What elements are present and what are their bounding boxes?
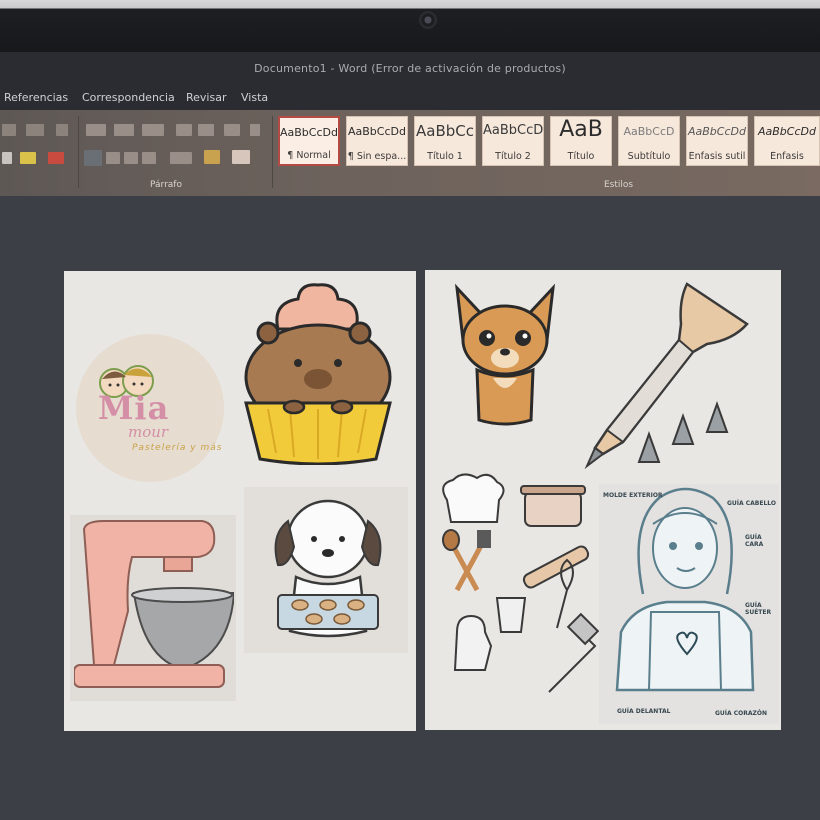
- style-emphasis[interactable]: AaBbCcDd Énfasis: [754, 116, 820, 166]
- logo-text-line1: Mia: [98, 389, 170, 427]
- font-color-icon[interactable]: [48, 152, 64, 164]
- pilcrow-icon[interactable]: [250, 124, 260, 136]
- style-name: Título: [567, 151, 595, 162]
- justify-icon[interactable]: [142, 152, 156, 164]
- page-left: Mia mour Pastelería y más: [64, 271, 416, 731]
- label-heart: GUÍA CORAZÓN: [715, 710, 768, 717]
- tab-revisar[interactable]: Revisar: [186, 91, 226, 104]
- tab-correspondencia[interactable]: Correspondencia: [82, 91, 175, 104]
- style-name: Título 2: [495, 151, 531, 162]
- align-right-icon[interactable]: [124, 152, 138, 164]
- screen: Documento1 - Word (Error de activación d…: [0, 0, 820, 820]
- tab-referencias[interactable]: Referencias: [4, 91, 68, 104]
- group-separator: [78, 116, 79, 188]
- style-heading-1[interactable]: AaBbCc Título 1: [414, 116, 476, 166]
- text-effects-icon[interactable]: [2, 152, 12, 164]
- label-face: GUÍA CARA: [745, 534, 764, 548]
- piping-bag-illustration: [584, 282, 749, 470]
- decrease-indent-icon[interactable]: [176, 124, 192, 136]
- style-sample: AaBbCcDd: [688, 125, 746, 138]
- webcam-icon: [419, 11, 437, 29]
- sort-icon[interactable]: [224, 124, 240, 136]
- style-sample: AaBbCcDd: [758, 125, 816, 138]
- logo-tagline: Pastelería y más: [132, 443, 223, 453]
- style-name: Énfasis: [770, 151, 804, 162]
- style-subtle-emphasis[interactable]: AaBbCcDd Énfasis sutil: [686, 116, 748, 166]
- label-hair: GUÍA CABELLO: [727, 500, 777, 507]
- label-outer-mold: MOLDE EXTERIOR: [603, 492, 663, 499]
- align-center-icon[interactable]: [106, 152, 120, 164]
- align-left-icon[interactable]: [84, 150, 102, 166]
- group-separator: [272, 116, 273, 188]
- style-sample: AaBbCcDd: [348, 125, 406, 138]
- paragraph-group-label: Párrafo: [150, 180, 182, 190]
- style-title[interactable]: AaB Título: [550, 116, 612, 166]
- highlight-color-icon[interactable]: [20, 152, 36, 164]
- monitor-bezel: [0, 0, 820, 52]
- tab-vista[interactable]: Vista: [241, 91, 268, 104]
- style-heading-2[interactable]: AaBbCcD Título 2: [482, 116, 544, 166]
- style-name: ¶ Normal: [287, 150, 331, 161]
- page-right: MOLDE EXTERIOR GUÍA CABELLO GUÍA CARA GU…: [425, 270, 781, 730]
- logo-text-line2: mour: [128, 423, 169, 441]
- style-no-spacing[interactable]: AaBbCcDd ¶ Sin espa...: [346, 116, 408, 166]
- style-normal[interactable]: AaBbCcDd ¶ Normal: [278, 116, 340, 166]
- bullets-icon[interactable]: [86, 124, 106, 136]
- line-spacing-icon[interactable]: [170, 152, 192, 164]
- window-title: Documento1 - Word (Error de activación d…: [254, 62, 566, 75]
- style-sample: AaBbCcD: [623, 125, 675, 138]
- style-name: Título 1: [427, 151, 463, 162]
- style-subtitle[interactable]: AaBbCcD Subtítulo: [618, 116, 680, 166]
- style-name: Subtítulo: [627, 151, 671, 162]
- stand-mixer-illustration: [74, 520, 234, 688]
- numbering-icon[interactable]: [114, 124, 134, 136]
- style-sample: AaB: [559, 117, 603, 142]
- borders-icon[interactable]: [232, 150, 250, 164]
- font-size-icon[interactable]: [26, 124, 44, 136]
- dog-with-cookies-illustration: [274, 499, 382, 638]
- style-sample: AaBbCcDd: [280, 126, 338, 139]
- capybara-cupcake-illustration: [244, 283, 392, 465]
- multilevel-list-icon[interactable]: [142, 124, 164, 136]
- label-sweater: GUÍA SUÉTER: [745, 602, 772, 616]
- style-name: Énfasis sutil: [688, 151, 746, 162]
- label-apron: GUÍA DELANTAL: [617, 708, 671, 715]
- strikethrough-icon[interactable]: [2, 124, 16, 136]
- style-sample: AaBbCcD: [483, 123, 543, 138]
- increase-indent-icon[interactable]: [198, 124, 214, 136]
- style-name: ¶ Sin espa...: [347, 151, 407, 162]
- chihuahua-illustration: [454, 283, 556, 426]
- style-sample: AaBbCc: [416, 122, 474, 140]
- styles-group-label: Estilos: [604, 180, 634, 190]
- shading-icon[interactable]: [204, 150, 220, 164]
- kitchen-tools-illustration: [442, 473, 600, 693]
- girl-outline-illustration: [615, 487, 755, 692]
- clear-format-icon[interactable]: [56, 124, 68, 136]
